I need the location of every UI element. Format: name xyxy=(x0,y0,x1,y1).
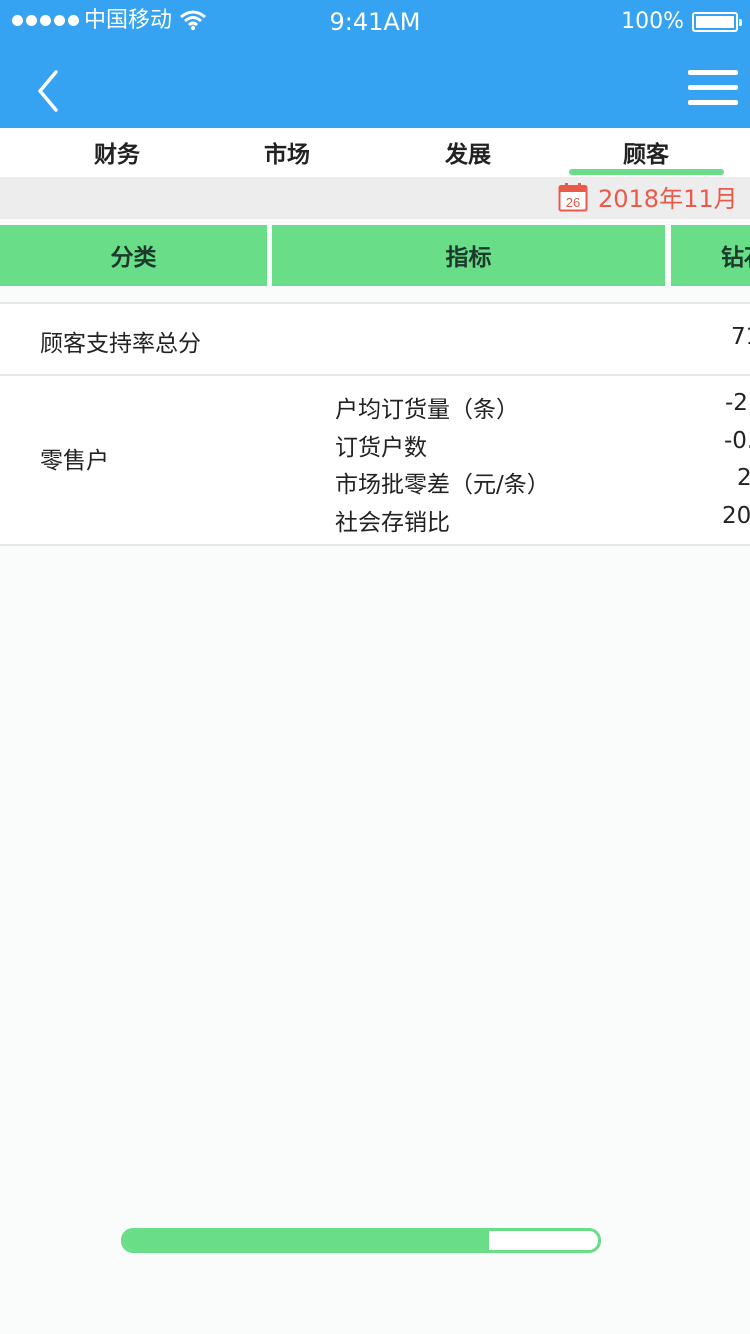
calendar-icon[interactable]: 26 xyxy=(558,182,588,212)
date-label[interactable]: 2018年11月 xyxy=(598,183,738,215)
tab-finance[interactable]: 财务 xyxy=(32,128,202,177)
indicator-ordering-households: 订货户数 xyxy=(335,435,427,461)
value-retail-margin: 2 xyxy=(737,465,750,491)
header-indicator: 指标 xyxy=(272,225,665,286)
row-category: 顾客支持率总分 xyxy=(40,331,201,357)
table-row: 零售户 户均订货量（条） 订货户数 市场批零差（元/条） 社会存销比 -2 -0… xyxy=(0,376,750,544)
calendar-day: 26 xyxy=(566,195,580,210)
indicator-avg-order-volume: 户均订货量（条） xyxy=(335,397,519,423)
value-stock-sales-ratio: 20 xyxy=(722,503,750,529)
tab-market[interactable]: 市场 xyxy=(202,128,372,177)
back-chevron-icon[interactable] xyxy=(30,66,70,116)
indicator-retail-margin: 市场批零差（元/条） xyxy=(335,472,550,498)
status-bar: 中国移动 9:41AM 100% xyxy=(0,0,750,44)
progress-bar xyxy=(121,1228,601,1253)
tab-development[interactable]: 发展 xyxy=(383,128,553,177)
header-diamond: 钻石 xyxy=(671,225,750,286)
battery-percentage: 100% xyxy=(621,9,684,34)
progress-fill xyxy=(124,1231,489,1250)
row-category: 零售户 xyxy=(40,448,109,474)
date-filter-row: 26 2018年11月 xyxy=(0,177,750,219)
table-row: 顾客支持率总分 71 xyxy=(0,304,750,374)
value-avg-order-volume: -2 xyxy=(725,390,748,416)
row-value: 71 xyxy=(731,324,750,350)
battery-icon xyxy=(692,12,742,32)
active-tab-indicator xyxy=(569,169,724,175)
top-bar: 中国移动 9:41AM 100% xyxy=(0,0,750,128)
indicator-stock-sales-ratio: 社会存销比 xyxy=(335,510,450,536)
header-category: 分类 xyxy=(0,225,267,286)
hamburger-menu-icon[interactable] xyxy=(688,70,738,110)
value-ordering-households: -0. xyxy=(724,428,750,454)
row-divider xyxy=(0,544,750,546)
